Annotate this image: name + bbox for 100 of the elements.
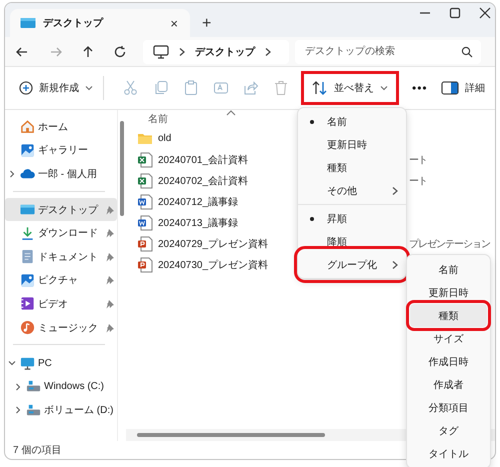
scrollbar-thumb[interactable] xyxy=(137,433,325,437)
sidebar-label: ピクチャ xyxy=(38,274,78,288)
clipboard-icon[interactable] xyxy=(183,80,199,96)
file-name[interactable]: old xyxy=(158,133,172,144)
expand-caret-icon[interactable] xyxy=(8,359,16,368)
slides-icon xyxy=(137,236,153,252)
sidebar-item[interactable]: ピクチャ xyxy=(5,268,118,292)
file-name[interactable]: 20240701_会計資料 xyxy=(158,152,248,166)
back-arrow-icon[interactable] xyxy=(15,44,29,58)
document-icon xyxy=(20,249,35,264)
sidebar-label: デスクトップ xyxy=(38,204,98,217)
sidebar-label: ビデオ xyxy=(38,298,68,311)
sidebar-item[interactable]: Windows (C:) xyxy=(5,374,118,399)
address-text: デスクトップ xyxy=(195,45,255,58)
file-name[interactable]: 20240729_プレゼン資料 xyxy=(158,236,268,250)
file-name[interactable]: 20240713_議事録 xyxy=(158,216,238,230)
item-count: 7 個の項目 xyxy=(13,444,62,457)
file-name[interactable]: 20240712_議事録 xyxy=(158,194,238,208)
column-header[interactable]: 名前 xyxy=(148,112,168,126)
sort-ascending-icon xyxy=(226,110,236,116)
menu-item[interactable]: タグ xyxy=(410,419,487,442)
sidebar-item[interactable]: ギャラリー xyxy=(5,138,118,162)
menu-item[interactable]: 種類 xyxy=(410,304,487,327)
search-field[interactable]: デスクトップの検索 xyxy=(295,40,481,64)
sidebar-item[interactable]: PC xyxy=(5,351,118,375)
sidebar-label: ダウンロード xyxy=(38,227,98,240)
more-button[interactable]: ••• xyxy=(408,74,432,102)
collapse-caret-icon[interactable] xyxy=(14,382,22,391)
file-type: ート xyxy=(409,154,427,166)
video-icon xyxy=(20,296,35,312)
sidebar-item[interactable]: ダウンロード xyxy=(5,221,118,245)
caret-icon xyxy=(380,85,388,91)
home-icon xyxy=(20,119,35,134)
refresh-icon[interactable] xyxy=(113,44,127,58)
menu-item[interactable]: 昇順 xyxy=(301,207,403,230)
up-arrow-icon[interactable] xyxy=(81,44,95,58)
sidebar-item[interactable]: デスクトップ xyxy=(5,198,118,222)
sidebar-item[interactable]: ホーム xyxy=(5,115,118,139)
text-document-icon xyxy=(137,214,153,230)
music-icon xyxy=(20,320,35,336)
sidebar-label: ホーム xyxy=(38,120,68,134)
sidebar-label: PC xyxy=(38,358,52,369)
search-icon xyxy=(461,46,473,58)
address-bar[interactable]: デスクトップ xyxy=(143,40,289,64)
chevron-icon xyxy=(264,46,272,56)
menu-item[interactable]: 降順 xyxy=(301,230,403,253)
window-tab[interactable]: デスクトップ × xyxy=(10,9,190,37)
sidebar-item[interactable]: ボリューム (D:) xyxy=(5,398,118,422)
menu-item[interactable]: 作成日時 xyxy=(410,350,487,373)
monitor-icon xyxy=(20,356,35,371)
menu-item[interactable]: 名前 xyxy=(301,110,403,133)
menu-item[interactable]: 名前 xyxy=(410,258,487,281)
collapse-caret-icon[interactable] xyxy=(14,406,22,414)
slides-icon xyxy=(137,256,153,272)
menu-item[interactable]: グループ化 xyxy=(301,253,403,276)
chevron-icon xyxy=(178,46,186,56)
plus-circle-icon xyxy=(19,81,33,95)
sidebar-label: Windows (C:) xyxy=(44,381,104,392)
spreadsheet-icon xyxy=(137,152,153,168)
sort-button[interactable]: 並べ替え xyxy=(304,74,396,102)
text-document-icon xyxy=(137,194,153,210)
menu-item[interactable]: タイトル xyxy=(410,442,487,465)
caret-icon xyxy=(85,85,93,91)
menu-item[interactable]: 種類 xyxy=(301,156,403,179)
file-type: ート xyxy=(409,174,427,188)
sidebar-label: ボリューム (D:) xyxy=(44,404,114,418)
sidebar-label: ギャラリー xyxy=(38,144,88,158)
maximize-icon[interactable] xyxy=(449,7,461,19)
file-name[interactable]: 20240730_プレゼン資料 xyxy=(158,258,268,272)
collapse-caret-icon[interactable] xyxy=(8,170,16,178)
scrollbar-thumb[interactable] xyxy=(120,121,124,216)
sidebar-item[interactable]: 一郎 - 個人用 xyxy=(5,162,118,186)
picture-icon xyxy=(20,272,35,288)
menu-item[interactable]: サイズ xyxy=(410,327,487,350)
menu-item[interactable]: 更新日時 xyxy=(301,133,403,156)
sidebar-label: ドキュメント xyxy=(38,250,98,264)
new-tab-button[interactable]: + xyxy=(198,15,216,33)
sort-icon xyxy=(312,81,328,95)
sidebar-label: ミュージック xyxy=(38,322,98,335)
download-icon xyxy=(20,226,35,241)
new-button[interactable]: 新規作成 xyxy=(15,74,97,102)
sidebar-item[interactable]: ミュージック xyxy=(5,316,118,340)
details-pane-icon xyxy=(441,81,459,95)
sidebar-label: 一郎 - 個人用 xyxy=(38,168,97,181)
spreadsheet-icon xyxy=(137,172,153,188)
close-icon[interactable] xyxy=(479,7,491,19)
tab-title: デスクトップ xyxy=(43,16,103,30)
sidebar-item[interactable]: ドキュメント xyxy=(5,244,118,269)
file-type: プレゼンテーション xyxy=(409,238,490,250)
sidebar-item[interactable]: ビデオ xyxy=(5,292,118,316)
menu-item[interactable]: 作成者 xyxy=(410,373,487,396)
tab-close-button[interactable]: × xyxy=(166,16,182,30)
menu-item[interactable]: その他 xyxy=(301,179,403,202)
file-name[interactable]: 20240702_会計資料 xyxy=(158,174,248,188)
menu-item[interactable]: 分類項目 xyxy=(410,396,487,419)
monitor-icon xyxy=(153,44,169,58)
desktop-icon xyxy=(20,17,36,29)
drive-icon xyxy=(26,402,41,418)
details-button[interactable]: 詳細 xyxy=(437,74,489,102)
menu-item[interactable]: 更新日時 xyxy=(410,281,487,304)
